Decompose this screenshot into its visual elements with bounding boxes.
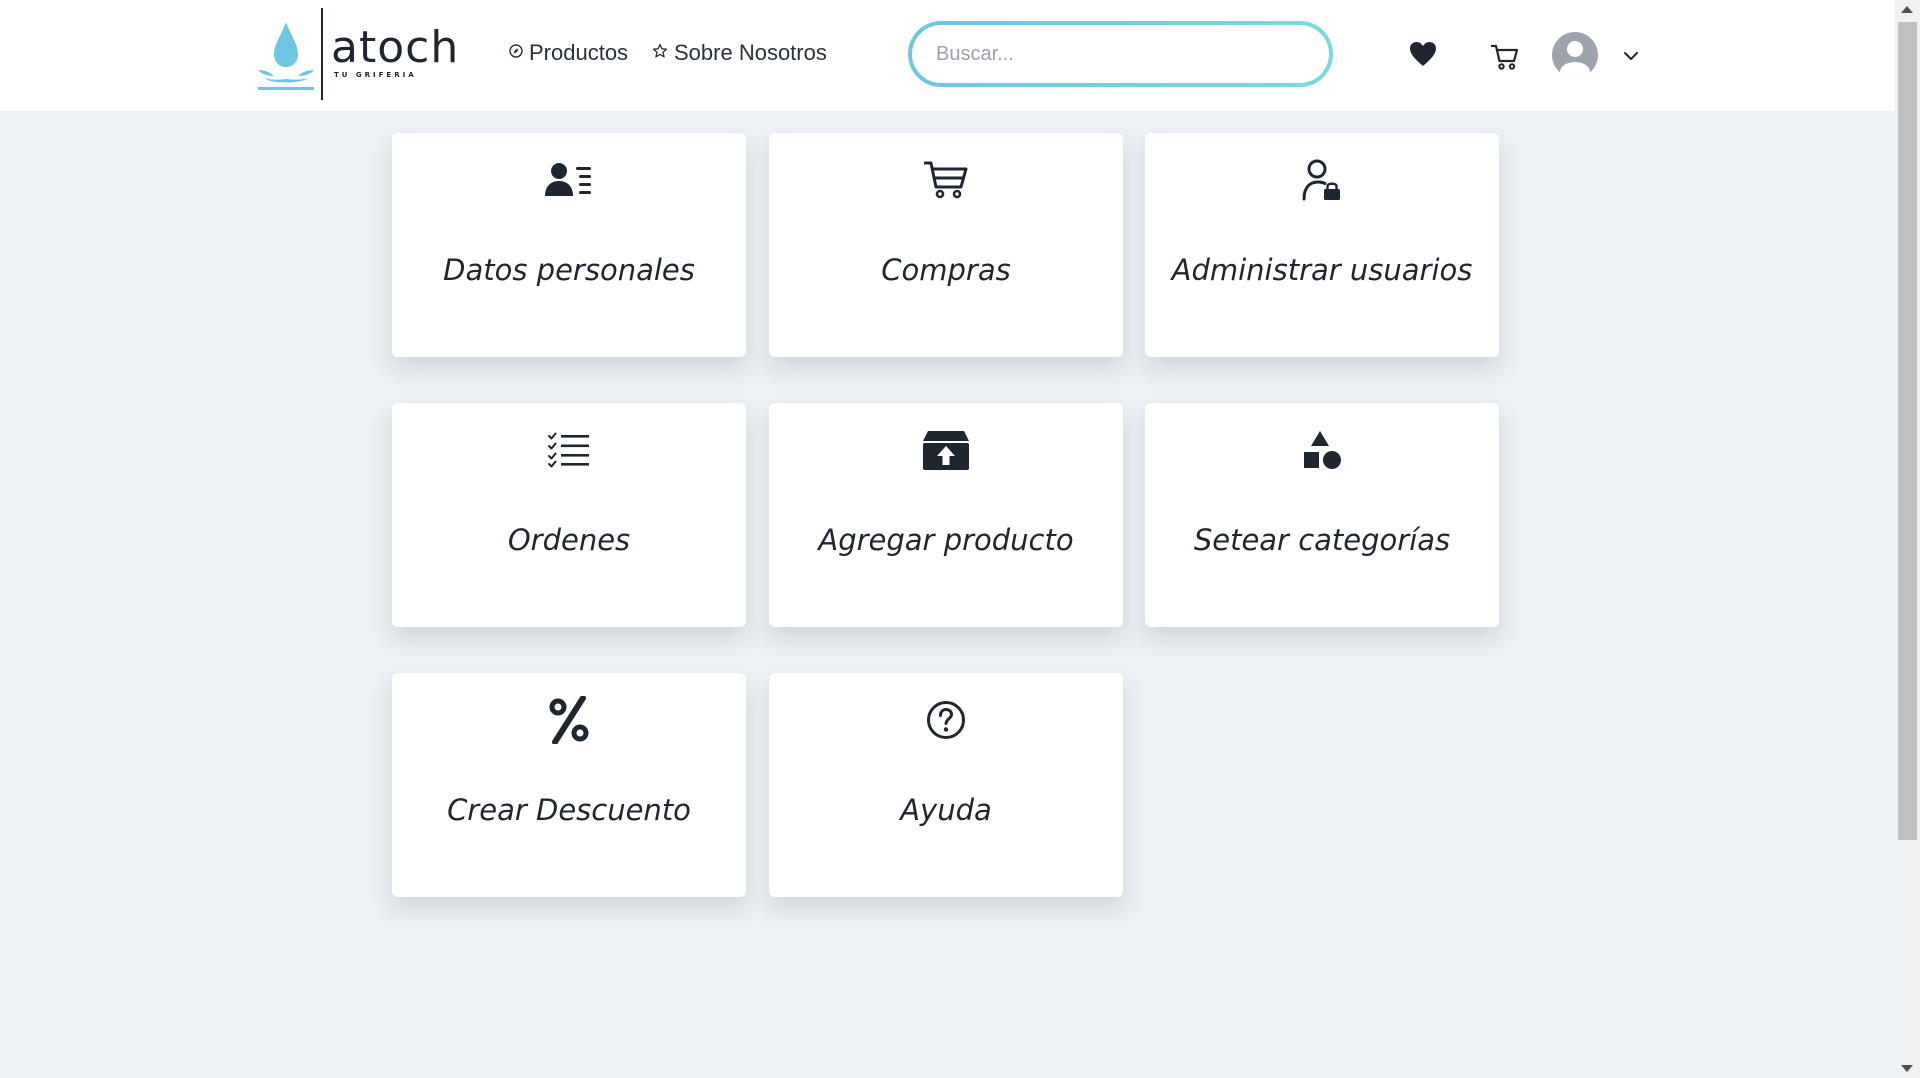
search-box xyxy=(908,21,1333,87)
card-label: Setear categorías xyxy=(1193,523,1451,557)
star-icon xyxy=(652,43,668,63)
box-upload-icon xyxy=(769,425,1123,475)
card-label: Crear Descuento xyxy=(447,793,691,827)
chevron-down-icon[interactable] xyxy=(1623,48,1639,66)
search-input[interactable] xyxy=(912,25,1329,83)
card-administrar-usuarios[interactable]: Administrar usuarios xyxy=(1145,133,1499,357)
scroll-up-arrow-icon[interactable] xyxy=(1901,6,1913,13)
nav-productos[interactable]: Productos xyxy=(509,40,628,66)
top-navbar: atoch TU GRIFERIA Productos Sobre Nosotr… xyxy=(0,0,1895,111)
card-label: Compras xyxy=(881,253,1011,287)
checklist-icon xyxy=(392,425,746,475)
compass-icon xyxy=(509,44,523,62)
card-setear-categorias[interactable]: Setear categorías xyxy=(1145,403,1499,627)
user-avatar-icon[interactable] xyxy=(1552,32,1598,83)
water-drop-logo-icon xyxy=(258,22,314,90)
card-label: Ayuda xyxy=(900,793,992,827)
card-datos-personales[interactable]: Datos personales xyxy=(392,133,746,357)
brand-tagline: TU GRIFERIA xyxy=(334,71,417,79)
brand-name: atoch xyxy=(331,22,460,73)
card-ayuda[interactable]: Ayuda xyxy=(769,673,1123,897)
percent-icon xyxy=(392,695,746,745)
brand-logo[interactable]: atoch TU GRIFERIA xyxy=(256,8,458,100)
cart-icon[interactable] xyxy=(1490,44,1519,75)
nav-sobre-nosotros-label: Sobre Nosotros xyxy=(674,40,827,65)
card-label: Agregar producto xyxy=(818,523,1074,557)
logo-divider xyxy=(321,8,323,100)
user-details-icon xyxy=(392,155,746,205)
nav-productos-label: Productos xyxy=(529,40,629,65)
shapes-icon xyxy=(1145,425,1499,475)
page: atoch TU GRIFERIA Productos Sobre Nosotr… xyxy=(0,0,1920,1078)
question-circle-icon xyxy=(769,695,1123,745)
shopping-cart-icon xyxy=(769,155,1123,205)
card-label: Datos personales xyxy=(443,253,695,287)
card-label: Administrar usuarios xyxy=(1171,253,1473,287)
scroll-down-arrow-icon[interactable] xyxy=(1901,1065,1913,1072)
user-lock-icon xyxy=(1145,155,1499,205)
page-scrollbar[interactable] xyxy=(1895,0,1920,1078)
card-agregar-producto[interactable]: Agregar producto xyxy=(769,403,1123,627)
card-crear-descuento[interactable]: Crear Descuento xyxy=(392,673,746,897)
card-compras[interactable]: Compras xyxy=(769,133,1123,357)
nav-sobre-nosotros[interactable]: Sobre Nosotros xyxy=(652,40,827,66)
card-label: Ordenes xyxy=(507,523,631,557)
scrollbar-thumb[interactable] xyxy=(1898,22,1917,840)
card-ordenes[interactable]: Ordenes xyxy=(392,403,746,627)
heart-icon[interactable] xyxy=(1409,41,1437,72)
